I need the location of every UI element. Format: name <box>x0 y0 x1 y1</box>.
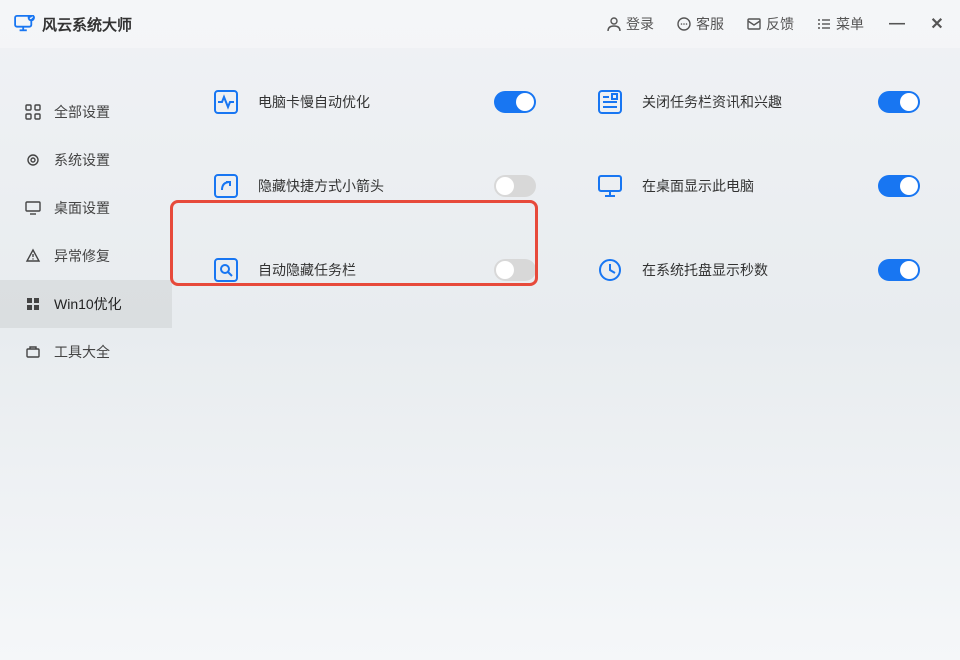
setting-label: 在系统托盘显示秒数 <box>642 260 860 280</box>
grid-icon <box>24 103 42 121</box>
sidebar-item-label: 异常修复 <box>54 246 110 266</box>
toggle-disable-news[interactable] <box>878 91 920 113</box>
chat-icon <box>676 16 692 32</box>
sidebar-item-label: 系统设置 <box>54 150 110 170</box>
titlebar: 风云系统大师 登录 客服 反馈 菜单 — ✕ <box>0 0 960 48</box>
shortcut-icon <box>212 172 240 200</box>
windows-icon <box>24 295 42 313</box>
window-controls: — ✕ <box>888 14 946 34</box>
setting-label: 电脑卡慢自动优化 <box>258 92 476 112</box>
feedback-button[interactable]: 反馈 <box>746 14 794 34</box>
login-button[interactable]: 登录 <box>606 14 654 34</box>
setting-auto-optimize: 电脑卡慢自动优化 <box>212 88 536 116</box>
monitor-icon <box>596 172 624 200</box>
login-label: 登录 <box>626 14 654 34</box>
news-icon <box>596 88 624 116</box>
monitor-logo-icon <box>14 15 36 33</box>
toggle-auto-hide-taskbar[interactable] <box>494 259 536 281</box>
top-actions: 登录 客服 反馈 菜单 <box>606 14 864 34</box>
app-title: 风云系统大师 <box>42 14 132 35</box>
setting-label: 关闭任务栏资讯和兴趣 <box>642 92 860 112</box>
setting-show-this-pc: 在桌面显示此电脑 <box>596 172 920 200</box>
sidebar-item-label: Win10优化 <box>54 294 122 314</box>
search-box-icon <box>212 256 240 284</box>
sidebar-item-label: 工具大全 <box>54 342 110 362</box>
setting-auto-hide-taskbar: 自动隐藏任务栏 <box>212 256 536 284</box>
toggle-hide-shortcut-arrow[interactable] <box>494 175 536 197</box>
menu-label: 菜单 <box>836 14 864 34</box>
minimize-button[interactable]: — <box>888 15 906 33</box>
setting-hide-shortcut-arrow: 隐藏快捷方式小箭头 <box>212 172 536 200</box>
sidebar-item-system-settings[interactable]: 系统设置 <box>0 136 172 184</box>
toggle-tray-seconds[interactable] <box>878 259 920 281</box>
main-panel: 电脑卡慢自动优化 隐藏快捷方式小箭头 自动隐藏任务栏 <box>172 48 960 660</box>
toggle-show-this-pc[interactable] <box>878 175 920 197</box>
feedback-icon <box>746 16 762 32</box>
monitor-icon <box>24 199 42 217</box>
sidebar-item-tools[interactable]: 工具大全 <box>0 328 172 376</box>
clock-icon <box>596 256 624 284</box>
warning-icon <box>24 247 42 265</box>
user-icon <box>606 16 622 32</box>
sidebar: 全部设置 系统设置 桌面设置 异常修复 Win10优化 工具大全 <box>0 48 172 660</box>
gear-icon <box>24 151 42 169</box>
sidebar-item-label: 全部设置 <box>54 102 110 122</box>
setting-label: 自动隐藏任务栏 <box>258 260 476 280</box>
setting-label: 在桌面显示此电脑 <box>642 176 860 196</box>
toolbox-icon <box>24 343 42 361</box>
menu-icon <box>816 16 832 32</box>
logo: 风云系统大师 <box>14 14 132 35</box>
sidebar-item-label: 桌面设置 <box>54 198 110 218</box>
activity-icon <box>212 88 240 116</box>
app-window: 风云系统大师 登录 客服 反馈 菜单 — ✕ <box>0 0 960 660</box>
left-column: 电脑卡慢自动优化 隐藏快捷方式小箭头 自动隐藏任务栏 <box>212 88 536 340</box>
sidebar-item-desktop-settings[interactable]: 桌面设置 <box>0 184 172 232</box>
menu-button[interactable]: 菜单 <box>816 14 864 34</box>
feedback-label: 反馈 <box>766 14 794 34</box>
sidebar-item-repair[interactable]: 异常修复 <box>0 232 172 280</box>
toggle-auto-optimize[interactable] <box>494 91 536 113</box>
setting-disable-news: 关闭任务栏资讯和兴趣 <box>596 88 920 116</box>
right-column: 关闭任务栏资讯和兴趣 在桌面显示此电脑 在系统托盘显示秒数 <box>596 88 920 340</box>
body: 全部设置 系统设置 桌面设置 异常修复 Win10优化 工具大全 <box>0 48 960 660</box>
sidebar-item-win10-optimize[interactable]: Win10优化 <box>0 280 172 328</box>
sidebar-item-all-settings[interactable]: 全部设置 <box>0 88 172 136</box>
service-label: 客服 <box>696 14 724 34</box>
setting-tray-seconds: 在系统托盘显示秒数 <box>596 256 920 284</box>
service-button[interactable]: 客服 <box>676 14 724 34</box>
setting-label: 隐藏快捷方式小箭头 <box>258 176 476 196</box>
close-button[interactable]: ✕ <box>928 14 946 34</box>
